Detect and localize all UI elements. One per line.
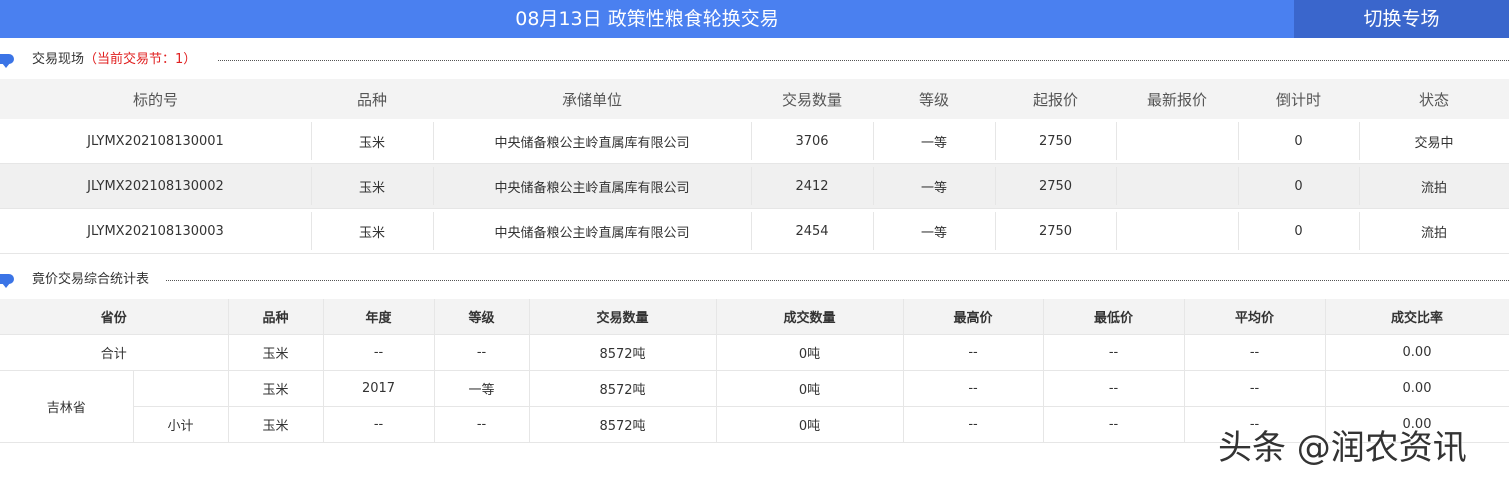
- total-label: 合计: [0, 334, 229, 371]
- col-lot-number: 标的号: [0, 79, 311, 119]
- top-bar: 08月13日 政策性粮食轮换交易 切换专场: [0, 0, 1509, 38]
- max-price: --: [902, 334, 1044, 371]
- table-row[interactable]: JLYMX202108130002 玉米 中央储备粮公主岭直属库有限公司 241…: [0, 163, 1509, 209]
- variety: 玉米: [227, 406, 324, 443]
- variety: 玉米: [227, 370, 324, 407]
- year: 2017: [322, 370, 435, 407]
- col-start-price: 起报价: [995, 79, 1116, 119]
- col-variety: 品种: [311, 79, 433, 119]
- col-grade: 等级: [433, 299, 530, 335]
- trading-table: 标的号 品种 承储单位 交易数量 等级 起报价 最新报价 倒计时 状态 JLYM…: [0, 79, 1509, 254]
- table-row: 吉林省 玉米 2017 一等 8572吨 0吨 -- -- -- 0.00: [0, 370, 1509, 443]
- trade-quantity: 8572吨: [528, 334, 717, 371]
- section-header-statistics: 竟价交易综合统计表: [0, 270, 1509, 294]
- trade-quantity: 8572吨: [528, 406, 717, 443]
- storage-unit: 中央储备粮公主岭直属库有限公司: [433, 119, 751, 164]
- divider-line: [166, 280, 1509, 281]
- lot-number: JLYMX202108130001: [0, 119, 311, 164]
- deal-quantity: 0吨: [715, 406, 904, 443]
- col-variety: 品种: [227, 299, 324, 335]
- subtotal-label: [132, 370, 229, 407]
- latest-price: [1116, 163, 1238, 209]
- quantity: 2454: [751, 208, 873, 254]
- col-status: 状态: [1359, 79, 1509, 119]
- watermark: 头条 @润农资讯: [1218, 428, 1467, 468]
- col-avg-price: 平均价: [1183, 299, 1326, 335]
- col-deal-ratio: 成交比率: [1324, 299, 1509, 335]
- section-header-trading: 交易现场（当前交易节：1）: [0, 50, 1509, 74]
- max-price: --: [902, 370, 1044, 407]
- col-grade: 等级: [873, 79, 995, 119]
- province: 吉林省: [0, 370, 134, 443]
- year: --: [322, 406, 435, 443]
- col-province: 省份: [0, 299, 229, 335]
- deal-quantity: 0吨: [715, 370, 904, 407]
- start-price: 2750: [995, 208, 1116, 254]
- table-header-row: 标的号 品种 承储单位 交易数量 等级 起报价 最新报价 倒计时 状态: [0, 79, 1509, 119]
- table-row[interactable]: JLYMX202108130003 玉米 中央储备粮公主岭直属库有限公司 245…: [0, 208, 1509, 254]
- col-countdown: 倒计时: [1238, 79, 1359, 119]
- countdown: 0: [1238, 163, 1359, 209]
- min-price: --: [1042, 370, 1185, 407]
- status: 流拍: [1359, 208, 1509, 254]
- grade: --: [433, 334, 530, 371]
- variety: 玉米: [311, 163, 433, 209]
- divider-line: [218, 60, 1509, 61]
- avg-price: --: [1183, 334, 1326, 371]
- latest-price: [1116, 208, 1238, 254]
- col-max-price: 最高价: [902, 299, 1044, 335]
- col-storage-unit: 承储单位: [433, 79, 751, 119]
- col-latest-price: 最新报价: [1116, 79, 1238, 119]
- max-price: --: [902, 406, 1044, 443]
- quantity: 3706: [751, 119, 873, 164]
- lot-number: JLYMX202108130002: [0, 163, 311, 209]
- grade: 一等: [873, 208, 995, 254]
- section-title: 竟价交易综合统计表: [32, 272, 150, 287]
- grade: --: [433, 406, 530, 443]
- table-row[interactable]: JLYMX202108130001 玉米 中央储备粮公主岭直属库有限公司 370…: [0, 119, 1509, 164]
- page-title: 08月13日 政策性粮食轮换交易: [515, 8, 779, 30]
- quantity: 2412: [751, 163, 873, 209]
- current-session-label: （当前交易节：1）: [84, 52, 197, 67]
- grade: 一等: [873, 119, 995, 164]
- year: --: [322, 334, 435, 371]
- chat-bubble-icon: [0, 274, 14, 288]
- col-deal-quantity: 成交数量: [715, 299, 904, 335]
- chat-bubble-icon: [0, 54, 14, 68]
- trade-quantity: 8572吨: [528, 370, 717, 407]
- deal-quantity: 0吨: [715, 334, 904, 371]
- status: 流拍: [1359, 163, 1509, 209]
- storage-unit: 中央储备粮公主岭直属库有限公司: [433, 208, 751, 254]
- variety: 玉米: [311, 208, 433, 254]
- avg-price: --: [1183, 370, 1326, 407]
- status: 交易中: [1359, 119, 1509, 164]
- start-price: 2750: [995, 119, 1116, 164]
- total-row: 合计 玉米 -- -- 8572吨 0吨 -- -- -- 0.00: [0, 334, 1509, 371]
- col-trade-quantity: 交易数量: [528, 299, 717, 335]
- min-price: --: [1042, 334, 1185, 371]
- col-quantity: 交易数量: [751, 79, 873, 119]
- min-price: --: [1042, 406, 1185, 443]
- table-header-row: 省份 品种 年度 等级 交易数量 成交数量 最高价 最低价 平均价 成交比率: [0, 299, 1509, 335]
- deal-ratio: 0.00: [1324, 334, 1509, 371]
- countdown: 0: [1238, 119, 1359, 164]
- countdown: 0: [1238, 208, 1359, 254]
- grade: 一等: [433, 370, 530, 407]
- deal-ratio: 0.00: [1324, 370, 1509, 407]
- subtotal-label: 小计: [133, 406, 229, 443]
- grade: 一等: [873, 163, 995, 209]
- section-title: 交易现场（当前交易节：1）: [32, 50, 196, 70]
- section-title-text: 交易现场: [32, 52, 85, 67]
- switch-session-button[interactable]: 切换专场: [1294, 0, 1509, 38]
- lot-number: JLYMX202108130003: [0, 208, 311, 254]
- col-min-price: 最低价: [1042, 299, 1185, 335]
- variety: 玉米: [311, 119, 433, 164]
- variety: 玉米: [227, 334, 324, 371]
- col-year: 年度: [322, 299, 435, 335]
- start-price: 2750: [995, 163, 1116, 209]
- storage-unit: 中央储备粮公主岭直属库有限公司: [433, 163, 751, 209]
- latest-price: [1116, 119, 1238, 164]
